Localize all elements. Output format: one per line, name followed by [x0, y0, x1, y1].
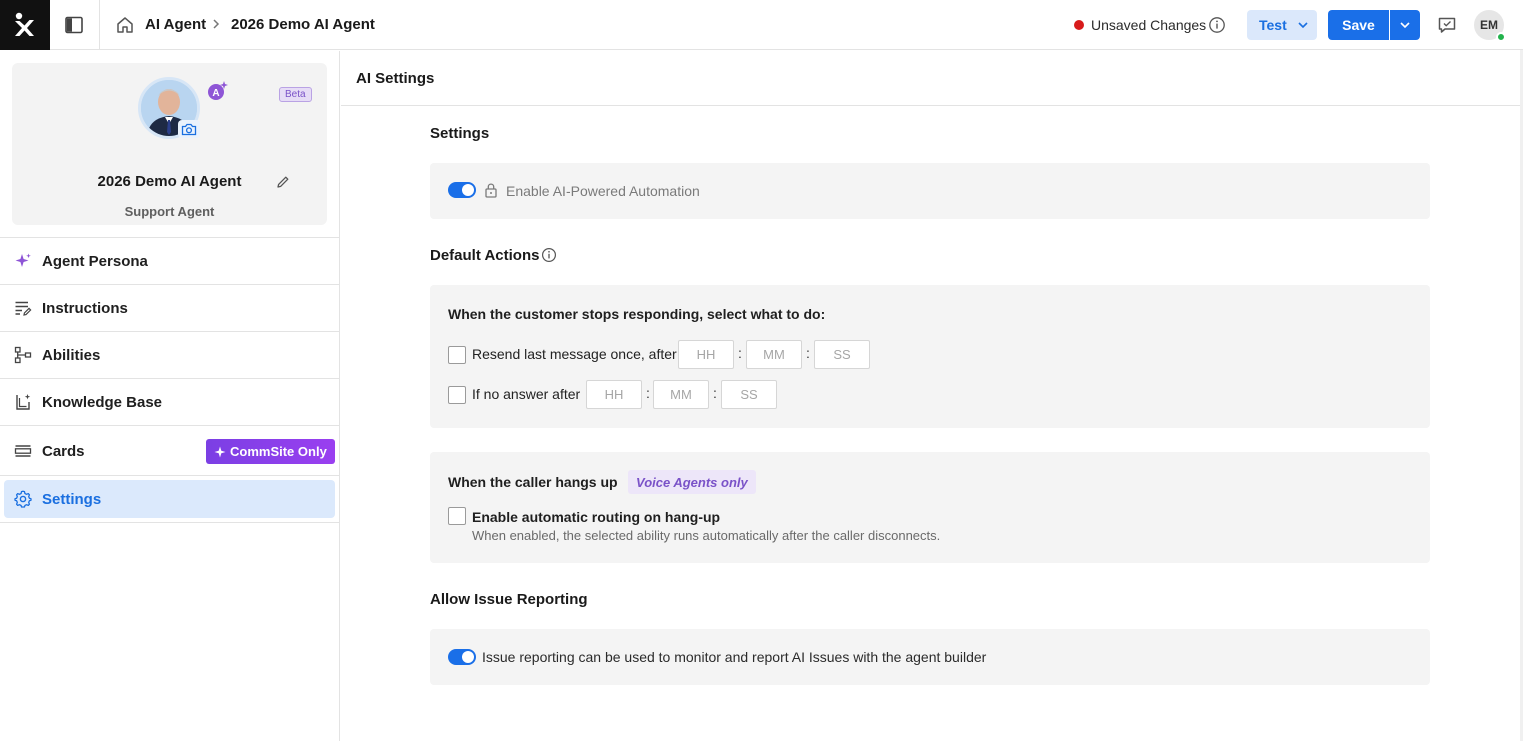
ai-automation-label: Enable AI-Powered Automation	[506, 183, 700, 199]
chevron-down-icon	[1298, 22, 1308, 29]
commsite-badge-label: CommSite Only	[230, 444, 327, 459]
edit-pencil-icon[interactable]	[275, 174, 291, 190]
unsaved-indicator	[1074, 20, 1084, 30]
no-answer-hours-input[interactable]	[586, 380, 642, 409]
resend-hours-input[interactable]	[678, 340, 734, 369]
info-icon[interactable]	[1208, 16, 1226, 34]
settings-heading: Settings	[430, 125, 490, 142]
change-photo-button[interactable]	[178, 120, 200, 138]
test-button[interactable]: Test	[1247, 10, 1317, 40]
issue-reporting-label: Issue reporting can be used to monitor a…	[482, 649, 987, 665]
time-separator: :	[738, 345, 742, 361]
voice-agents-badge: Voice Agents only	[628, 470, 756, 494]
breadcrumb-ai-agent[interactable]: AI Agent	[145, 16, 206, 33]
svg-text:A: A	[212, 88, 219, 99]
page-title: AI Settings	[356, 70, 435, 87]
logo-icon	[15, 12, 34, 36]
sidebar-item-instructions[interactable]: Instructions	[0, 284, 339, 331]
commsite-only-badge: CommSite Only	[206, 439, 335, 464]
app-logo[interactable]	[0, 0, 50, 50]
ai-automation-panel: Enable AI-Powered Automation	[430, 163, 1430, 219]
stops-responding-panel: When the customer stops responding, sele…	[430, 285, 1430, 428]
resend-label: Resend last message once, after	[472, 346, 677, 362]
info-icon[interactable]	[541, 247, 557, 263]
sidebar-item-label: Knowledge Base	[42, 394, 163, 411]
sidebar-item-knowledge-base[interactable]: Knowledge Base	[0, 378, 339, 425]
chevron-down-icon	[1400, 22, 1410, 29]
sidebar-item-label: Abilities	[42, 347, 101, 364]
divider	[0, 522, 339, 523]
hangup-panel: When the caller hangs up Voice Agents on…	[430, 452, 1430, 563]
breadcrumb-current: 2026 Demo AI Agent	[231, 16, 375, 33]
save-options-button[interactable]	[1390, 10, 1420, 40]
sidebar-item-label: Cards	[42, 443, 85, 460]
online-status-dot	[1496, 32, 1506, 42]
routing-label: Enable automatic routing on hang-up	[472, 509, 721, 525]
routing-checkbox[interactable]	[448, 507, 466, 525]
beta-badge: Beta	[279, 87, 312, 102]
sidebar-item-cards[interactable]: Cards CommSite Only	[0, 425, 339, 475]
flow-icon	[14, 346, 32, 364]
sparkle-icon	[214, 446, 226, 457]
camera-icon	[181, 123, 197, 135]
toolbar-divider	[99, 0, 100, 50]
ai-sparkle-icon: A	[208, 81, 228, 100]
gear-icon	[14, 490, 32, 508]
resend-checkbox[interactable]	[448, 346, 466, 364]
sidebar-item-label: Instructions	[42, 300, 128, 317]
sidebar-item-label: Agent Persona	[42, 253, 148, 270]
no-answer-label: If no answer after	[472, 386, 581, 402]
list-edit-icon	[15, 301, 32, 316]
no-answer-minutes-input[interactable]	[653, 380, 709, 409]
time-separator: :	[646, 385, 650, 401]
unsaved-status: Unsaved Changes	[1091, 17, 1207, 33]
sparkle-icon	[15, 253, 31, 267]
sidebar: A Beta 2026 Demo AI Agent Support Agent …	[0, 51, 340, 741]
resend-seconds-input[interactable]	[814, 340, 870, 369]
feedback-icon[interactable]	[1437, 15, 1457, 35]
sidebar-toggle-icon[interactable]	[64, 15, 84, 35]
agent-profile-card: A Beta 2026 Demo AI Agent Support Agent	[12, 63, 327, 225]
ai-automation-toggle[interactable]	[448, 182, 476, 198]
top-bar: AI Agent 2026 Demo AI Agent Unsaved Chan…	[0, 0, 1523, 50]
sidebar-item-label: Settings	[42, 491, 102, 508]
chevron-right-icon	[213, 19, 220, 29]
no-answer-seconds-input[interactable]	[721, 380, 777, 409]
issue-reporting-panel: Issue reporting can be used to monitor a…	[430, 629, 1430, 685]
cards-icon	[14, 445, 32, 457]
default-actions-heading: Default Actions	[430, 247, 540, 264]
time-separator: :	[713, 385, 717, 401]
no-answer-checkbox[interactable]	[448, 386, 466, 404]
issue-reporting-toggle[interactable]	[448, 649, 476, 665]
sidebar-item-settings[interactable]: Settings	[0, 475, 339, 523]
hangup-title: When the caller hangs up	[448, 474, 618, 490]
sidebar-item-agent-persona[interactable]: Agent Persona	[0, 237, 339, 284]
issue-reporting-heading: Allow Issue Reporting	[430, 591, 588, 608]
home-icon[interactable]	[115, 15, 135, 35]
sidebar-item-abilities[interactable]: Abilities	[0, 331, 339, 378]
test-button-label: Test	[1259, 17, 1287, 33]
agent-role: Support Agent	[124, 204, 215, 219]
save-button[interactable]: Save	[1328, 10, 1389, 40]
routing-description: When enabled, the selected ability runs …	[472, 528, 941, 543]
time-separator: :	[806, 345, 810, 361]
knowledge-icon	[16, 394, 31, 410]
stops-responding-prompt: When the customer stops responding, sele…	[448, 306, 826, 322]
lock-icon	[485, 183, 497, 198]
resend-minutes-input[interactable]	[746, 340, 802, 369]
main-header: AI Settings	[341, 51, 1520, 106]
